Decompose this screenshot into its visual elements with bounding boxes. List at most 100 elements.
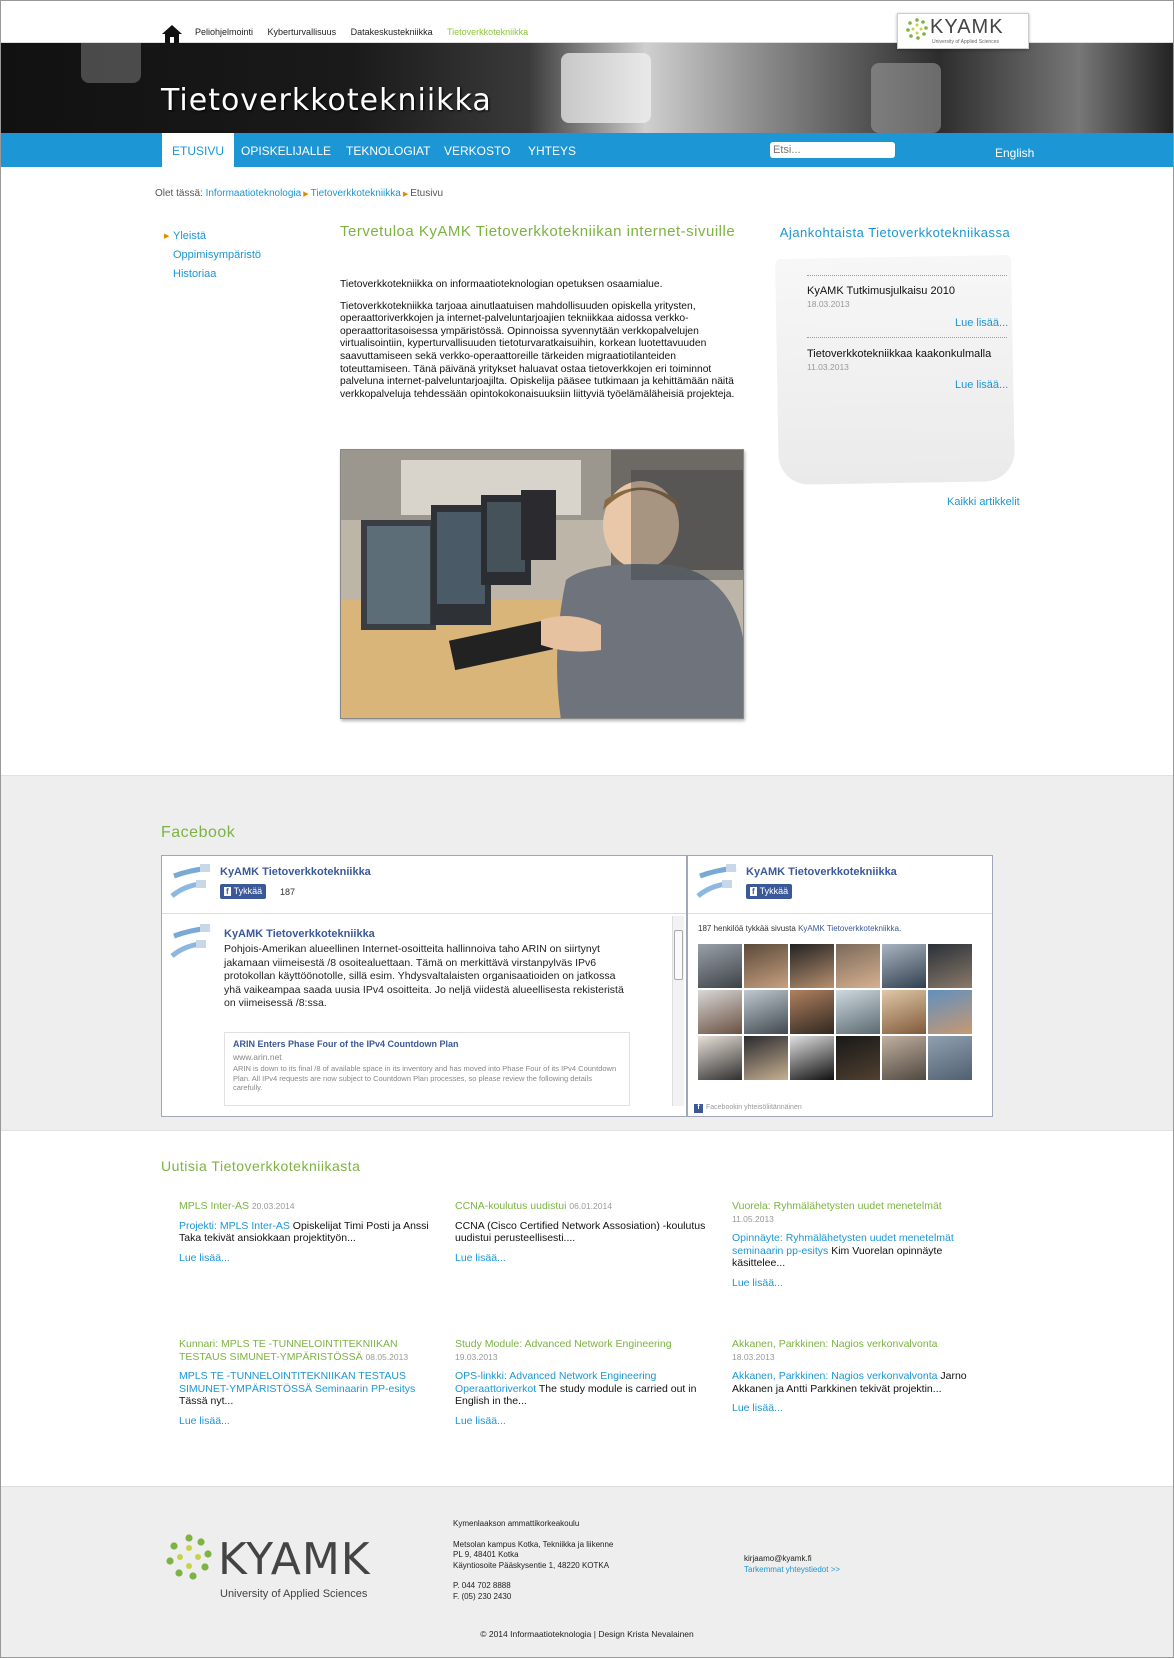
like-label: Tykkää [759, 886, 789, 896]
news-item: MPLS Inter-AS 20.03.2014 Projekti: MPLS … [179, 1200, 439, 1264]
facebook-plugin-footer[interactable]: f Facebookin yhteisöliitännäinen [694, 1104, 802, 1113]
sidemenu-item[interactable]: Oppimisympäristö [173, 246, 261, 265]
current-news-item-date: 11.03.2013 [807, 362, 849, 372]
facebook-likebox: KyAMK Tietoverkkotekniikka f Tykkää 187 h… [687, 855, 993, 1117]
post-text: Pohjois-Amerikan alueellinen Internet-os… [224, 943, 624, 1009]
read-more-link[interactable]: Lue lisää... [455, 1415, 710, 1428]
liker-avatar[interactable] [698, 944, 742, 988]
news-item-title[interactable]: Akkanen, Parkkinen: Nagios verkonvalvont… [732, 1338, 982, 1351]
footer-logo-subtitle: University of Applied Sciences [220, 1588, 368, 1600]
like-button[interactable]: f Tykkää [220, 884, 267, 899]
breadcrumb-prefix: Olet tässä: [155, 188, 203, 199]
news-item-title[interactable]: MPLS Inter-AS [179, 1200, 249, 1212]
likebox-header: KyAMK Tietoverkkotekniikka f Tykkää [688, 856, 992, 914]
footer-logo[interactable]: KYAMK University of Applied Sciences [166, 1532, 406, 1602]
liker-avatar[interactable] [882, 1036, 926, 1080]
like-button[interactable]: f Tykkää [746, 884, 793, 899]
post-avatar-icon[interactable] [170, 922, 214, 966]
liker-avatar[interactable] [882, 944, 926, 988]
news-item-link[interactable]: Projekti: MPLS Inter-AS [179, 1220, 290, 1232]
news-item-date: 19.03.2013 [455, 1351, 498, 1362]
all-articles-link[interactable]: Kaikki artikkelit [947, 496, 1020, 508]
search-input[interactable] [770, 142, 895, 158]
home-icon[interactable] [161, 24, 183, 44]
nav-opiskelijalle[interactable]: OPISKELIJALLE [241, 144, 331, 158]
header-logo[interactable]: KYAMK University of Applied Sciences [897, 13, 1029, 49]
toplink-tietoverkkotekniikka[interactable]: Tietoverkkotekniikka [447, 27, 528, 37]
liker-avatar[interactable] [928, 944, 972, 988]
news-item-title[interactable]: Study Module: Advanced Network Engineeri… [455, 1338, 710, 1351]
logo-dots-icon [906, 18, 928, 40]
sidemenu-item[interactable]: Historiaa [173, 265, 261, 284]
read-more-link[interactable]: Lue lisää... [955, 317, 1008, 329]
breadcrumb-item[interactable]: Tietoverkkotekniikka [311, 188, 401, 199]
post-author[interactable]: KyAMK Tietoverkkotekniikka [224, 928, 375, 940]
facebook-heading: Facebook [161, 824, 236, 841]
toplink-kyberturvallisuus[interactable]: Kyberturvallisuus [268, 27, 337, 37]
liker-avatar[interactable] [836, 990, 880, 1034]
liker-avatar[interactable] [836, 944, 880, 988]
likers-page-link[interactable]: KyAMK Tietoverkkotekniikka [798, 924, 899, 933]
liker-avatar[interactable] [790, 990, 834, 1034]
link-preview-card[interactable]: ARIN Enters Phase Four of the IPv4 Count… [224, 1032, 630, 1106]
read-more-link[interactable]: Lue lisää... [955, 379, 1008, 391]
footer-phone: P. 044 702 8888 [453, 1581, 511, 1590]
breadcrumb-item[interactable]: Informaatioteknologia [206, 188, 302, 199]
read-more-link[interactable]: Lue lisää... [732, 1402, 982, 1415]
news-item-body: Projekti: MPLS Inter-AS Opiskelijat Timi… [179, 1220, 439, 1245]
facebook-page-name[interactable]: KyAMK Tietoverkkotekniikka [220, 866, 371, 878]
toplink-peliohjelmointi[interactable]: Peliohjelmointi [195, 27, 253, 37]
read-more-link[interactable]: Lue lisää... [732, 1277, 982, 1290]
page-avatar-icon[interactable] [170, 862, 214, 906]
likers-grid [698, 944, 972, 1080]
language-link[interactable]: English [995, 146, 1034, 160]
sidemenu-item[interactable]: ▶ Yleistä [164, 227, 261, 246]
current-news-title: Ajankohtaista Tietoverkkotekniikassa [779, 225, 1011, 240]
liker-avatar[interactable] [744, 944, 788, 988]
footer: KYAMK University of Applied Sciences Kym… [1, 1486, 1173, 1657]
liker-avatar[interactable] [882, 990, 926, 1034]
liker-avatar[interactable] [744, 1036, 788, 1080]
facebook-page-name[interactable]: KyAMK Tietoverkkotekniikka [746, 866, 897, 878]
read-more-link[interactable]: Lue lisää... [179, 1415, 434, 1428]
liker-avatar[interactable] [744, 990, 788, 1034]
photo-illustration [341, 450, 743, 718]
read-more-link[interactable]: Lue lisää... [455, 1252, 715, 1265]
news-item-text: CCNA (Cisco Certified Network Assosiatio… [455, 1219, 706, 1245]
nav-verkosto[interactable]: VERKOSTO [444, 144, 510, 158]
like-label: Tykkää [233, 886, 263, 896]
current-news-item-title[interactable]: KyAMK Tutkimusjulkaisu 2010 [807, 285, 955, 297]
current-news-item-title[interactable]: Tietoverkkotekniikkaa kaakonkulmalla [807, 348, 991, 360]
link-title[interactable]: ARIN Enters Phase Four of the IPv4 Count… [233, 1039, 459, 1049]
news-heading: Uutisia Tietoverkkotekniikasta [161, 1158, 361, 1174]
news-item-link[interactable]: MPLS TE -TUNNELOINTITEKNIIKAN TESTAUS SI… [179, 1370, 415, 1395]
nav-teknologiat[interactable]: TEKNOLOGIAT [346, 144, 430, 158]
news-item-title[interactable]: CCNA-koulutus uudistui [455, 1200, 566, 1212]
liker-avatar[interactable] [790, 1036, 834, 1080]
logo-text: KYAMK [930, 16, 1004, 38]
liker-avatar[interactable] [928, 990, 972, 1034]
liker-avatar[interactable] [928, 1036, 972, 1080]
sidemenu-label: Yleistä [173, 230, 207, 242]
footer-email[interactable]: kirjaamo@kyamk.fi [744, 1554, 840, 1565]
contact-details-link[interactable]: Tarkemmat yhteystiedot >> [744, 1565, 840, 1576]
nav-etusivu[interactable]: ETUSIVU [162, 133, 235, 167]
feed-scrollbar[interactable] [672, 916, 684, 1106]
news-item-title[interactable]: Vuorela: Ryhmälähetysten uudet menetelmä… [732, 1200, 982, 1213]
news-item-date: 18.03.2013 [732, 1351, 775, 1362]
breadcrumb-current: Etusivu [410, 188, 444, 199]
read-more-link[interactable]: Lue lisää... [179, 1252, 439, 1265]
side-menu: ▶ Yleistä Oppimisympäristö Historiaa [164, 227, 261, 284]
page-avatar-icon[interactable] [696, 862, 740, 906]
footer-address: Kymenlaakson ammattikorkeakoulu Metsolan… [453, 1519, 613, 1602]
toplink-datakeskustekniikka[interactable]: Datakeskustekniikka [351, 27, 433, 37]
news-item: Kunnari: MPLS TE -TUNNELOINTITEKNIIKAN T… [179, 1338, 434, 1427]
scrollbar-thumb[interactable] [674, 930, 683, 980]
liker-avatar[interactable] [790, 944, 834, 988]
nav-yhteys[interactable]: YHTEYS [528, 144, 576, 158]
liker-avatar[interactable] [698, 990, 742, 1034]
liker-avatar[interactable] [836, 1036, 880, 1080]
news-item-link[interactable]: Akkanen, Parkkinen: Nagios verkonvalvont… [732, 1370, 937, 1382]
banner-cable-graphic [561, 53, 651, 123]
liker-avatar[interactable] [698, 1036, 742, 1080]
